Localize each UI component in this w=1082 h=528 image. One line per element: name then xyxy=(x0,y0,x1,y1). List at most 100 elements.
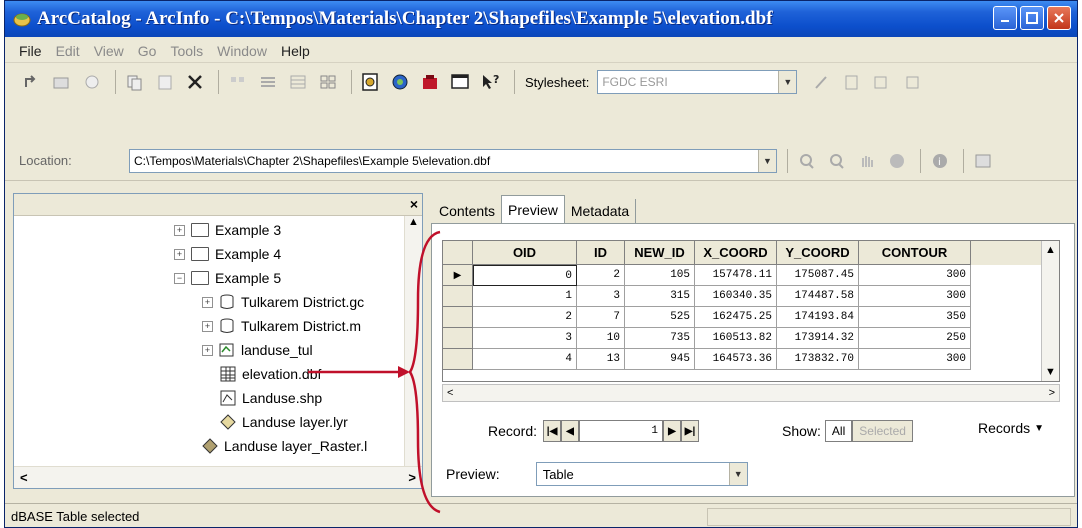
table-cell[interactable]: 735 xyxy=(625,328,695,349)
up-one-level-icon[interactable] xyxy=(19,69,45,95)
export-metadata-icon[interactable] xyxy=(899,69,925,95)
tree-item[interactable]: + Example 3 xyxy=(174,222,281,238)
column-header-y-coord[interactable]: Y_COORD xyxy=(777,241,859,265)
previous-record-button[interactable]: ◀ xyxy=(561,420,580,442)
menu-view[interactable]: View xyxy=(94,43,124,59)
table-cell[interactable]: 4 xyxy=(473,349,577,370)
expand-icon[interactable]: + xyxy=(202,344,213,356)
column-header-x-coord[interactable]: X_COORD xyxy=(695,241,777,265)
table-cell[interactable]: 174487.58 xyxy=(777,286,859,307)
arctoolbox-icon[interactable] xyxy=(418,69,444,95)
edit-metadata-icon[interactable] xyxy=(809,69,835,95)
table-cell[interactable]: 10 xyxy=(577,328,625,349)
collapse-icon[interactable]: − xyxy=(174,272,185,284)
tree-item[interactable]: + Tulkarem District.gc xyxy=(202,294,364,310)
table-cell[interactable]: 3 xyxy=(577,286,625,307)
zoom-out-icon[interactable] xyxy=(824,148,850,174)
tab-preview[interactable]: Preview xyxy=(501,195,565,223)
table-row[interactable]: 3 10 735 160513.82 173914.32 250 xyxy=(443,328,1059,349)
chevron-left-icon[interactable]: < xyxy=(20,470,28,485)
table-cell[interactable]: 0 xyxy=(473,265,577,286)
tree-item[interactable]: elevation.dbf xyxy=(220,366,321,382)
table-cell[interactable]: 1 xyxy=(473,286,577,307)
row-selector[interactable] xyxy=(443,349,473,370)
table-cell[interactable]: 164573.36 xyxy=(695,349,777,370)
tree-item[interactable]: + Example 4 xyxy=(174,246,281,262)
menu-tools[interactable]: Tools xyxy=(170,43,203,59)
tree-item[interactable]: + landuse_tul xyxy=(202,342,313,358)
table-row[interactable]: 2 7 525 162475.25 174193.84 350 xyxy=(443,307,1059,328)
chevron-right-icon[interactable]: > xyxy=(1049,387,1055,399)
last-record-button[interactable]: ▶| xyxy=(681,420,700,442)
connect-folder-icon[interactable] xyxy=(49,69,75,95)
title-bar[interactable]: ArcCatalog - ArcInfo - C:\Tempos\Materia… xyxy=(5,1,1077,37)
command-line-icon[interactable] xyxy=(448,69,474,95)
details-icon[interactable] xyxy=(285,69,311,95)
chevron-down-icon[interactable]: ▼ xyxy=(1045,366,1056,378)
expand-icon[interactable]: + xyxy=(174,224,185,236)
row-selector[interactable] xyxy=(443,307,473,328)
table-cell[interactable]: 13 xyxy=(577,349,625,370)
pan-icon[interactable] xyxy=(854,148,880,174)
table-cell[interactable]: 173914.32 xyxy=(777,328,859,349)
first-record-button[interactable]: |◀ xyxy=(543,420,562,442)
table-cell[interactable]: 300 xyxy=(859,265,971,286)
table-cell[interactable]: 2 xyxy=(577,265,625,286)
expand-icon[interactable]: + xyxy=(202,296,213,308)
attribute-table[interactable]: OID ID NEW_ID X_COORD Y_COORD CONTOUR ▶ … xyxy=(442,240,1060,382)
tab-contents[interactable]: Contents xyxy=(433,199,501,223)
table-cell[interactable]: 315 xyxy=(625,286,695,307)
table-cell[interactable]: 157478.11 xyxy=(695,265,777,286)
whats-this-help-icon[interactable]: ? xyxy=(478,69,504,95)
column-header-new-id[interactable]: NEW_ID xyxy=(625,241,695,265)
launch-arcmap-icon[interactable] xyxy=(358,69,384,95)
table-cell[interactable]: 173832.70 xyxy=(777,349,859,370)
menu-go[interactable]: Go xyxy=(138,43,157,59)
table-cell[interactable]: 162475.25 xyxy=(695,307,777,328)
catalog-tree[interactable]: × + Example 3 + Example 4 − Example 5 + … xyxy=(13,193,423,489)
table-cell[interactable]: 160513.82 xyxy=(695,328,777,349)
chevron-down-icon[interactable]: ▼ xyxy=(778,71,797,93)
chevron-down-icon[interactable]: ▼ xyxy=(728,463,747,485)
menu-window[interactable]: Window xyxy=(217,43,267,59)
zoom-in-icon[interactable] xyxy=(794,148,820,174)
table-cell[interactable]: 105 xyxy=(625,265,695,286)
metadata-properties-icon[interactable] xyxy=(839,69,865,95)
table-cell[interactable]: 250 xyxy=(859,328,971,349)
expand-icon[interactable]: + xyxy=(174,248,185,260)
disconnect-folder-icon[interactable] xyxy=(79,69,105,95)
delete-icon[interactable] xyxy=(182,69,208,95)
menu-file[interactable]: File xyxy=(19,43,42,59)
record-number-input[interactable]: 1 xyxy=(579,420,664,442)
table-cell[interactable]: 525 xyxy=(625,307,695,328)
table-row[interactable]: 1 3 315 160340.35 174487.58 300 xyxy=(443,286,1059,307)
close-icon[interactable]: × xyxy=(410,196,418,212)
table-cell[interactable]: 300 xyxy=(859,349,971,370)
table-row[interactable]: 4 13 945 164573.36 173832.70 300 xyxy=(443,349,1059,370)
table-row[interactable]: ▶ 0 2 105 157478.11 175087.45 300 xyxy=(443,265,1059,286)
table-vertical-scrollbar[interactable]: ▲ ▼ xyxy=(1041,241,1059,381)
tree-vertical-scrollbar[interactable]: ▲ xyxy=(404,216,422,468)
column-header-id[interactable]: ID xyxy=(577,241,625,265)
table-cell[interactable]: 160340.35 xyxy=(695,286,777,307)
table-cell[interactable]: 7 xyxy=(577,307,625,328)
search-icon[interactable] xyxy=(388,69,414,95)
table-cell[interactable]: 174193.84 xyxy=(777,307,859,328)
thumbnails-icon[interactable] xyxy=(315,69,341,95)
show-all-button[interactable]: All xyxy=(824,420,853,442)
stylesheet-combo[interactable]: FGDC ESRI ▼ xyxy=(597,70,798,94)
tab-metadata[interactable]: Metadata xyxy=(565,199,637,223)
table-cell[interactable]: 350 xyxy=(859,307,971,328)
tree-item[interactable]: + Tulkarem District.m xyxy=(202,318,361,334)
menu-edit[interactable]: Edit xyxy=(56,43,80,59)
list-icon[interactable] xyxy=(255,69,281,95)
tree-item[interactable]: − Example 5 xyxy=(174,270,281,286)
table-cell[interactable]: 300 xyxy=(859,286,971,307)
table-cell[interactable]: 945 xyxy=(625,349,695,370)
chevron-up-icon[interactable]: ▲ xyxy=(1045,244,1056,256)
table-horizontal-scrollbar[interactable]: < > xyxy=(442,384,1060,402)
expand-icon[interactable]: + xyxy=(202,320,213,332)
menu-help[interactable]: Help xyxy=(281,43,310,59)
copy-icon[interactable] xyxy=(122,69,148,95)
row-selector[interactable] xyxy=(443,328,473,349)
